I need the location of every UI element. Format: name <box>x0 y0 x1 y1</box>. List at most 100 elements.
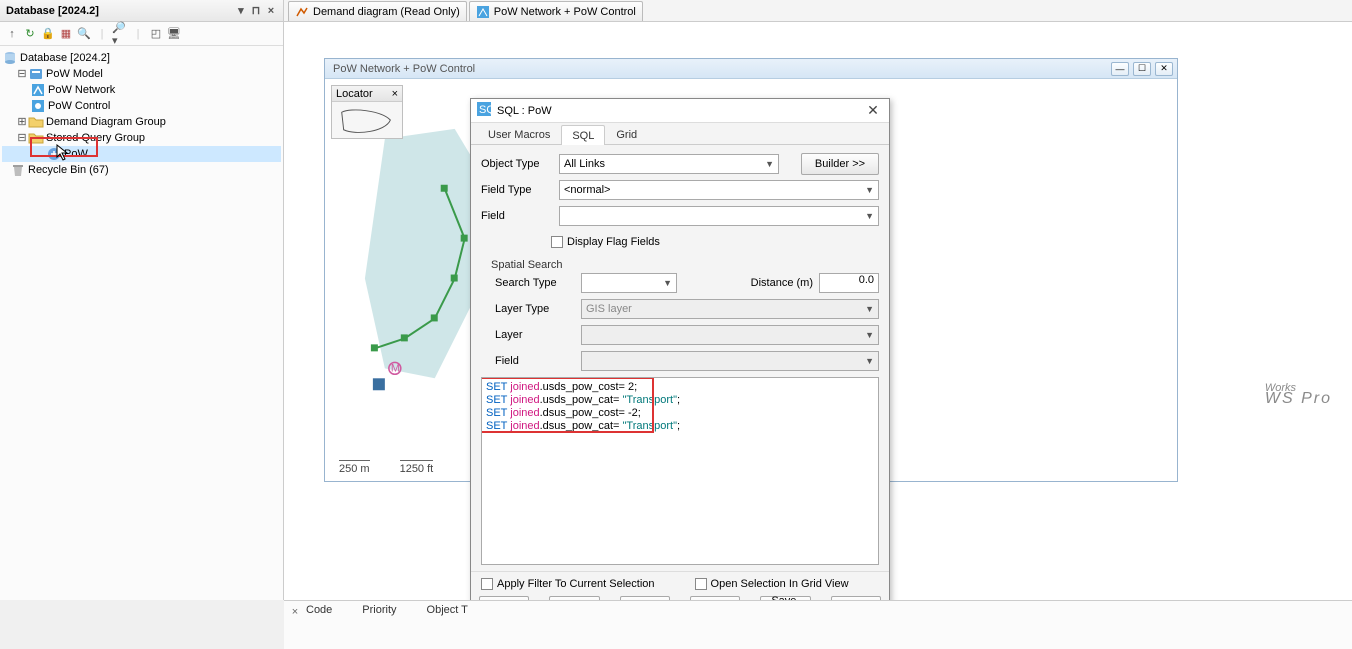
mdi-minimize-button[interactable]: — <box>1111 62 1129 76</box>
sql-body: Object Type All Links▼ Builder >> Field … <box>471 145 889 571</box>
mouse-cursor-icon <box>56 144 70 162</box>
canvas-area: Works WS Pro PoW Network + PoW Control —… <box>284 22 1352 600</box>
scale-bar: 250 m 1250 ft <box>339 460 433 475</box>
toolbar-refresh-icon[interactable]: ↻ <box>22 26 38 42</box>
locator-label: Locator <box>336 86 373 101</box>
display-flag-checkbox[interactable]: Display Flag Fields <box>551 236 660 248</box>
chevron-down-icon: ▼ <box>765 159 774 169</box>
toolbar-find2-icon[interactable]: 🔎▾ <box>112 26 128 42</box>
tree-recycle-label: Recycle Bin (67) <box>28 162 109 178</box>
demand-icon <box>295 5 309 19</box>
network-icon <box>476 5 490 19</box>
panel-dropdown-icon[interactable]: ▾ <box>235 0 247 22</box>
tree-model-label: PoW Model <box>46 66 103 82</box>
layer-type-value: GIS layer <box>586 303 632 315</box>
tree-control[interactable]: PoW Control <box>2 98 281 114</box>
spatial-title: Spatial Search <box>491 259 879 271</box>
field-select[interactable]: ▼ <box>559 206 879 226</box>
sql-dialog: SQ SQL : PoW ✕ User Macros SQL Grid Obje… <box>470 98 890 625</box>
code-highlight-annotation <box>481 377 654 433</box>
database-tree[interactable]: Database [2024.2] ⊟ PoW Model PoW Networ… <box>0 46 283 182</box>
tree-root[interactable]: Database [2024.2] <box>2 50 281 66</box>
tree-recycle[interactable]: Recycle Bin (67) <box>10 162 281 178</box>
bottom-panel: × Code Priority Object T <box>284 600 1352 649</box>
toolbar-up-icon[interactable]: ↑ <box>4 26 20 42</box>
chevron-down-icon: ▼ <box>865 211 874 221</box>
spatial-field-select: ▼ <box>581 351 879 371</box>
toolbar-find1-icon[interactable]: 🔍 <box>76 26 92 42</box>
locator-panel[interactable]: Locator × <box>331 85 403 139</box>
database-toolbar: ↑ ↻ 🔒 ▦ 🔍 | 🔎▾ | ◰ 🖥 <box>0 22 283 46</box>
tree-network[interactable]: PoW Network <box>2 82 281 98</box>
chevron-down-icon: ▼ <box>865 304 874 314</box>
tree-root-label: Database [2024.2] <box>20 50 110 66</box>
field-type-label: Field Type <box>481 184 551 196</box>
layer-select: ▼ <box>581 325 879 345</box>
sql-icon: SQ <box>477 102 491 119</box>
sql-editor[interactable]: SET joined.usds_pow_cost= 2; SET joined.… <box>481 377 879 565</box>
toolbar-grid-icon[interactable]: ▦ <box>58 26 74 42</box>
apply-filter-label: Apply Filter To Current Selection <box>497 578 655 590</box>
search-type-label: Search Type <box>495 277 575 289</box>
database-panel-title: Database [2024.2] ▾ ⊓ × <box>0 0 283 22</box>
col-object[interactable]: Object T <box>427 604 468 616</box>
open-grid-label: Open Selection In Grid View <box>711 578 849 590</box>
col-code[interactable]: Code <box>306 604 332 616</box>
field-type-select[interactable]: <normal>▼ <box>559 180 879 200</box>
svg-text:SQ: SQ <box>479 104 491 116</box>
chevron-down-icon: ▼ <box>865 330 874 340</box>
svg-text:M: M <box>391 362 400 374</box>
search-type-select[interactable]: ▼ <box>581 273 677 293</box>
scale-metric: 250 m <box>339 460 370 475</box>
collapse-icon[interactable]: ⊟ <box>16 130 28 146</box>
display-flag-label: Display Flag Fields <box>567 236 660 248</box>
expand-icon[interactable]: ⊞ <box>16 114 28 130</box>
object-type-select[interactable]: All Links▼ <box>559 154 779 174</box>
tab-demand-label: Demand diagram (Read Only) <box>313 2 460 22</box>
tree-demand-label: Demand Diagram Group <box>46 114 166 130</box>
mdi-title-label: PoW Network + PoW Control <box>333 63 475 75</box>
sql-tabs: User Macros SQL Grid <box>471 123 889 145</box>
collapse-icon[interactable]: ⊟ <box>16 66 28 82</box>
sql-dialog-titlebar[interactable]: SQ SQL : PoW ✕ <box>471 99 889 123</box>
layer-label: Layer <box>495 329 575 341</box>
distance-input[interactable]: 0.0 <box>819 273 879 293</box>
layer-type-label: Layer Type <box>495 303 575 315</box>
tree-network-label: PoW Network <box>48 82 115 98</box>
col-priority[interactable]: Priority <box>362 604 396 616</box>
mdi-close-button[interactable]: ✕ <box>1155 62 1173 76</box>
tab-pow-label: PoW Network + PoW Control <box>494 2 636 22</box>
spatial-search-group: Spatial Search Search Type ▼ Distance (m… <box>481 259 879 371</box>
tree-model[interactable]: ⊟ PoW Model <box>2 66 281 82</box>
watermark: Works WS Pro <box>1265 382 1332 408</box>
toolbar-sep2: | <box>130 26 146 42</box>
field-type-value: <normal> <box>564 184 610 196</box>
mdi-titlebar[interactable]: PoW Network + PoW Control — ☐ ✕ <box>325 59 1177 79</box>
tab-pow-network[interactable]: PoW Network + PoW Control <box>469 1 643 21</box>
db-title-label: Database [2024.2] <box>6 0 99 22</box>
toolbar-monitor-icon[interactable]: 🖥 <box>166 26 182 42</box>
tab-sql[interactable]: SQL <box>561 125 605 145</box>
tab-demand-diagram[interactable]: Demand diagram (Read Only) <box>288 1 467 21</box>
locator-close-icon[interactable]: × <box>392 86 398 101</box>
tab-user-macros[interactable]: User Macros <box>477 124 561 144</box>
apply-filter-checkbox[interactable]: Apply Filter To Current Selection <box>481 578 655 590</box>
panel-close-icon[interactable]: × <box>265 0 277 22</box>
tree-demand-group[interactable]: ⊞ Demand Diagram Group <box>2 114 281 130</box>
panel-pin-icon[interactable]: ⊓ <box>250 0 262 22</box>
builder-button[interactable]: Builder >> <box>801 153 879 175</box>
chevron-down-icon: ▼ <box>865 356 874 366</box>
tab-grid[interactable]: Grid <box>605 124 648 144</box>
field-label: Field <box>481 210 551 222</box>
document-tabs: Demand diagram (Read Only) PoW Network +… <box>284 0 1352 22</box>
open-grid-checkbox[interactable]: Open Selection In Grid View <box>695 578 849 590</box>
dialog-close-button[interactable]: ✕ <box>863 102 883 120</box>
toolbar-window-icon[interactable]: ◰ <box>148 26 164 42</box>
tree-control-label: PoW Control <box>48 98 110 114</box>
main-area: Demand diagram (Read Only) PoW Network +… <box>284 0 1352 600</box>
distance-label: Distance (m) <box>751 277 813 289</box>
toolbar-lock-icon[interactable]: 🔒 <box>40 26 56 42</box>
bottom-close-icon[interactable]: × <box>288 605 302 619</box>
mdi-maximize-button[interactable]: ☐ <box>1133 62 1151 76</box>
toolbar-sep: | <box>94 26 110 42</box>
